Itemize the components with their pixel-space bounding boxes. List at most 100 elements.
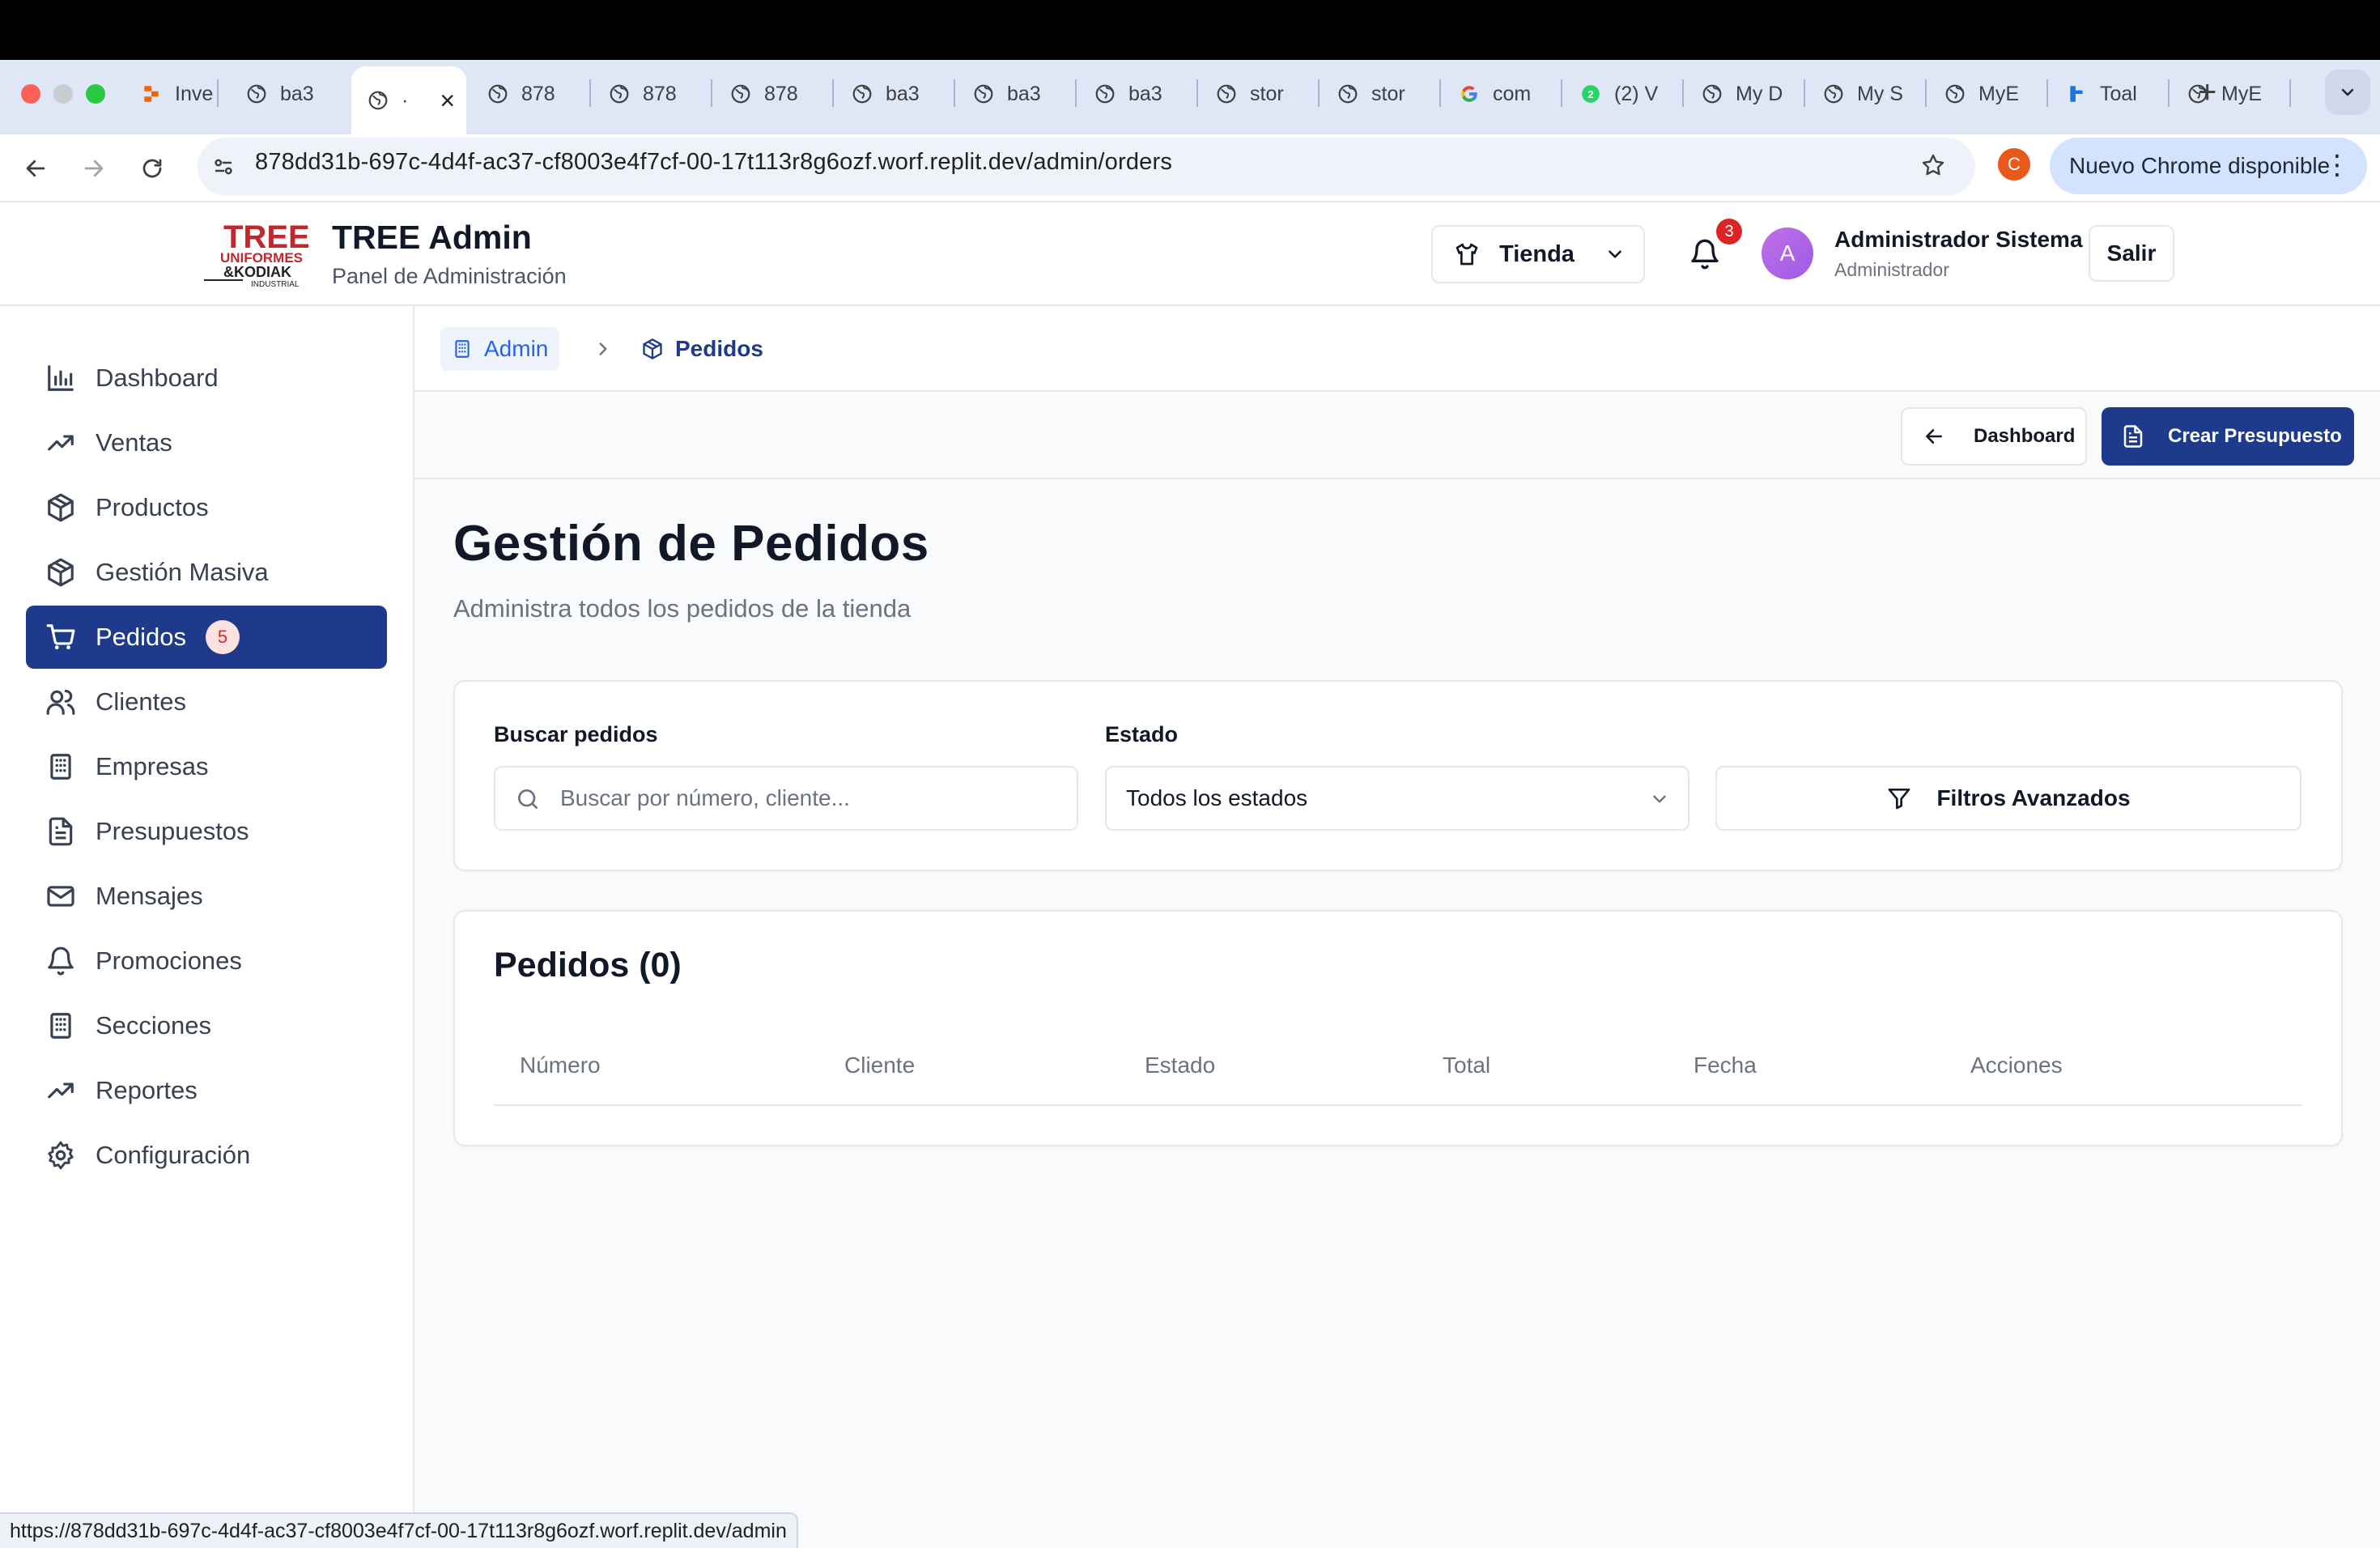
browser-tab[interactable]: My D (1685, 71, 1807, 117)
browser-tab-label: com (1493, 82, 1532, 105)
chrome-update-button[interactable]: Nuevo Chrome disponible ⋮ (2050, 138, 2367, 194)
browser-tab[interactable]: ba3 (957, 71, 1078, 117)
maximize-window-button[interactable] (86, 84, 105, 104)
globe-icon (1823, 83, 1844, 104)
browser-tab[interactable]: 878 (471, 71, 593, 117)
svg-text:&KODIAK: &KODIAK (223, 264, 291, 280)
tab-separator (1196, 79, 1198, 107)
package-icon (45, 557, 76, 588)
search-field[interactable] (494, 766, 1078, 831)
sidebar-item-promociones[interactable]: Promociones (26, 929, 387, 993)
sidebar-item-label: Gestión Masiva (96, 558, 269, 586)
column-header-status[interactable]: Estado (1145, 1053, 1215, 1078)
sidebar-item-label: Productos (96, 493, 209, 521)
close-window-button[interactable] (21, 84, 40, 104)
column-header-client[interactable]: Cliente (844, 1053, 915, 1078)
gear-icon (45, 1140, 76, 1171)
column-header-date[interactable]: Fecha (1694, 1053, 1757, 1078)
globe-icon (1094, 83, 1116, 104)
user-name: Administrador Sistema (1834, 227, 2083, 252)
app-title: TREE Admin (332, 219, 532, 256)
status-select-value: Todos los estados (1126, 785, 1308, 810)
browser-tab[interactable]: ba3 (1078, 71, 1200, 117)
sidebar-item-label: Promociones (96, 946, 242, 975)
reload-button[interactable] (130, 146, 175, 191)
browser-tab-label: · (402, 88, 409, 112)
browser-tab-label: ba3 (1007, 82, 1041, 105)
sidebar-item-ventas[interactable]: Ventas (26, 411, 387, 474)
app-subtitle: Panel de Administración (332, 264, 567, 288)
browser-tab[interactable]: ba3 (835, 71, 957, 117)
address-url-text[interactable]: 878dd31b-697c-4d4f-ac37-cf8003e4f7cf-00-… (255, 149, 1172, 176)
bookmark-star-icon[interactable] (1917, 149, 1949, 181)
column-header-total[interactable]: Total (1443, 1053, 1490, 1078)
sidebar-item-gesti-n-masiva[interactable]: Gestión Masiva (26, 541, 387, 604)
browser-tab-label: 878 (521, 82, 555, 105)
status-select[interactable]: Todos los estados (1105, 766, 1689, 831)
sidebar-item-clientes[interactable]: Clientes (26, 670, 387, 734)
avatar[interactable]: A (1762, 228, 1813, 279)
sidebar-item-reportes[interactable]: Reportes (26, 1059, 387, 1122)
globe-icon (609, 83, 630, 104)
create-quote-button[interactable]: Crear Presupuesto (2102, 407, 2354, 466)
package-icon (643, 338, 662, 359)
browser-tab[interactable]: stor (1321, 71, 1443, 117)
browser-tab[interactable]: com (1443, 71, 1564, 117)
sidebar-item-dashboard[interactable]: Dashboard (26, 347, 387, 410)
browser-tab[interactable]: ba3 (230, 71, 351, 117)
back-button[interactable] (13, 146, 58, 191)
browser-tab[interactable]: Inve (125, 71, 214, 117)
tab-separator (954, 79, 955, 107)
browser-tab[interactable]: 878 (593, 71, 714, 117)
site-settings-icon[interactable] (207, 151, 240, 183)
sidebar-item-presupuestos[interactable]: Presupuestos (26, 800, 387, 863)
column-header-number[interactable]: Número (520, 1053, 601, 1078)
arrow-right-icon (84, 159, 104, 177)
browser-tab-label: stor (1371, 82, 1405, 105)
back-to-dashboard-button[interactable]: Dashboard (1901, 407, 2087, 466)
browser-tab[interactable]: stor (1200, 71, 1321, 117)
forward-button[interactable] (71, 146, 117, 191)
store-dropdown[interactable]: Tienda (1431, 225, 1645, 283)
tab-separator (217, 79, 219, 107)
browser-tab[interactable]: 2 (2) V (1564, 71, 1685, 117)
browser-tab[interactable]: Toal (2050, 71, 2171, 117)
svg-text:2: 2 (1587, 88, 1593, 100)
tab-search-button[interactable] (2325, 70, 2370, 115)
sidebar-item-pedidos[interactable]: Pedidos 5 (26, 606, 387, 669)
trending-up-icon (45, 427, 76, 458)
svg-text:INDUSTRIAL: INDUSTRIAL (251, 280, 300, 289)
sidebar-item-mensajes[interactable]: Mensajes (26, 865, 387, 928)
breadcrumb-admin-link[interactable]: Admin (440, 327, 560, 371)
profile-avatar[interactable]: C (1998, 148, 2030, 181)
notifications-bell-icon[interactable] (1689, 238, 1721, 270)
advanced-filters-label: Filtros Avanzados (1936, 785, 2131, 810)
browser-tab[interactable]: MyE (2171, 71, 2293, 117)
browser-tab-label: My S (1857, 82, 1903, 105)
close-tab-icon[interactable]: × (440, 86, 455, 116)
sidebar-item-productos[interactable]: Productos (26, 476, 387, 539)
browser-tab[interactable]: 878 (714, 71, 835, 117)
bell-icon (45, 946, 76, 976)
browser-tab[interactable]: MyE (1928, 71, 2050, 117)
tab-separator (832, 79, 834, 107)
sidebar-item-label: Pedidos (96, 623, 187, 651)
minimize-window-button[interactable] (53, 84, 73, 104)
mail-icon (45, 881, 76, 912)
more-menu-icon[interactable]: ⋮ (2323, 149, 2351, 181)
users-icon (45, 687, 76, 717)
store-dropdown-label: Tienda (1499, 240, 1575, 267)
new-tab-button[interactable]: + (2198, 74, 2216, 110)
search-input[interactable] (560, 768, 1062, 829)
browser-tab[interactable]: · × (351, 66, 466, 134)
tab-separator (1439, 79, 1441, 107)
browser-tab[interactable]: My S (1807, 71, 1928, 117)
logout-button[interactable]: Salir (2089, 225, 2174, 282)
globe-icon (1216, 83, 1237, 104)
google-icon (1459, 83, 1480, 104)
sidebar-item-configuraci-n[interactable]: Configuración (26, 1124, 387, 1187)
advanced-filters-button[interactable]: Filtros Avanzados (1715, 766, 2301, 831)
globe-icon (973, 83, 994, 104)
sidebar-item-secciones[interactable]: Secciones (26, 994, 387, 1057)
sidebar-item-empresas[interactable]: Empresas (26, 735, 387, 798)
